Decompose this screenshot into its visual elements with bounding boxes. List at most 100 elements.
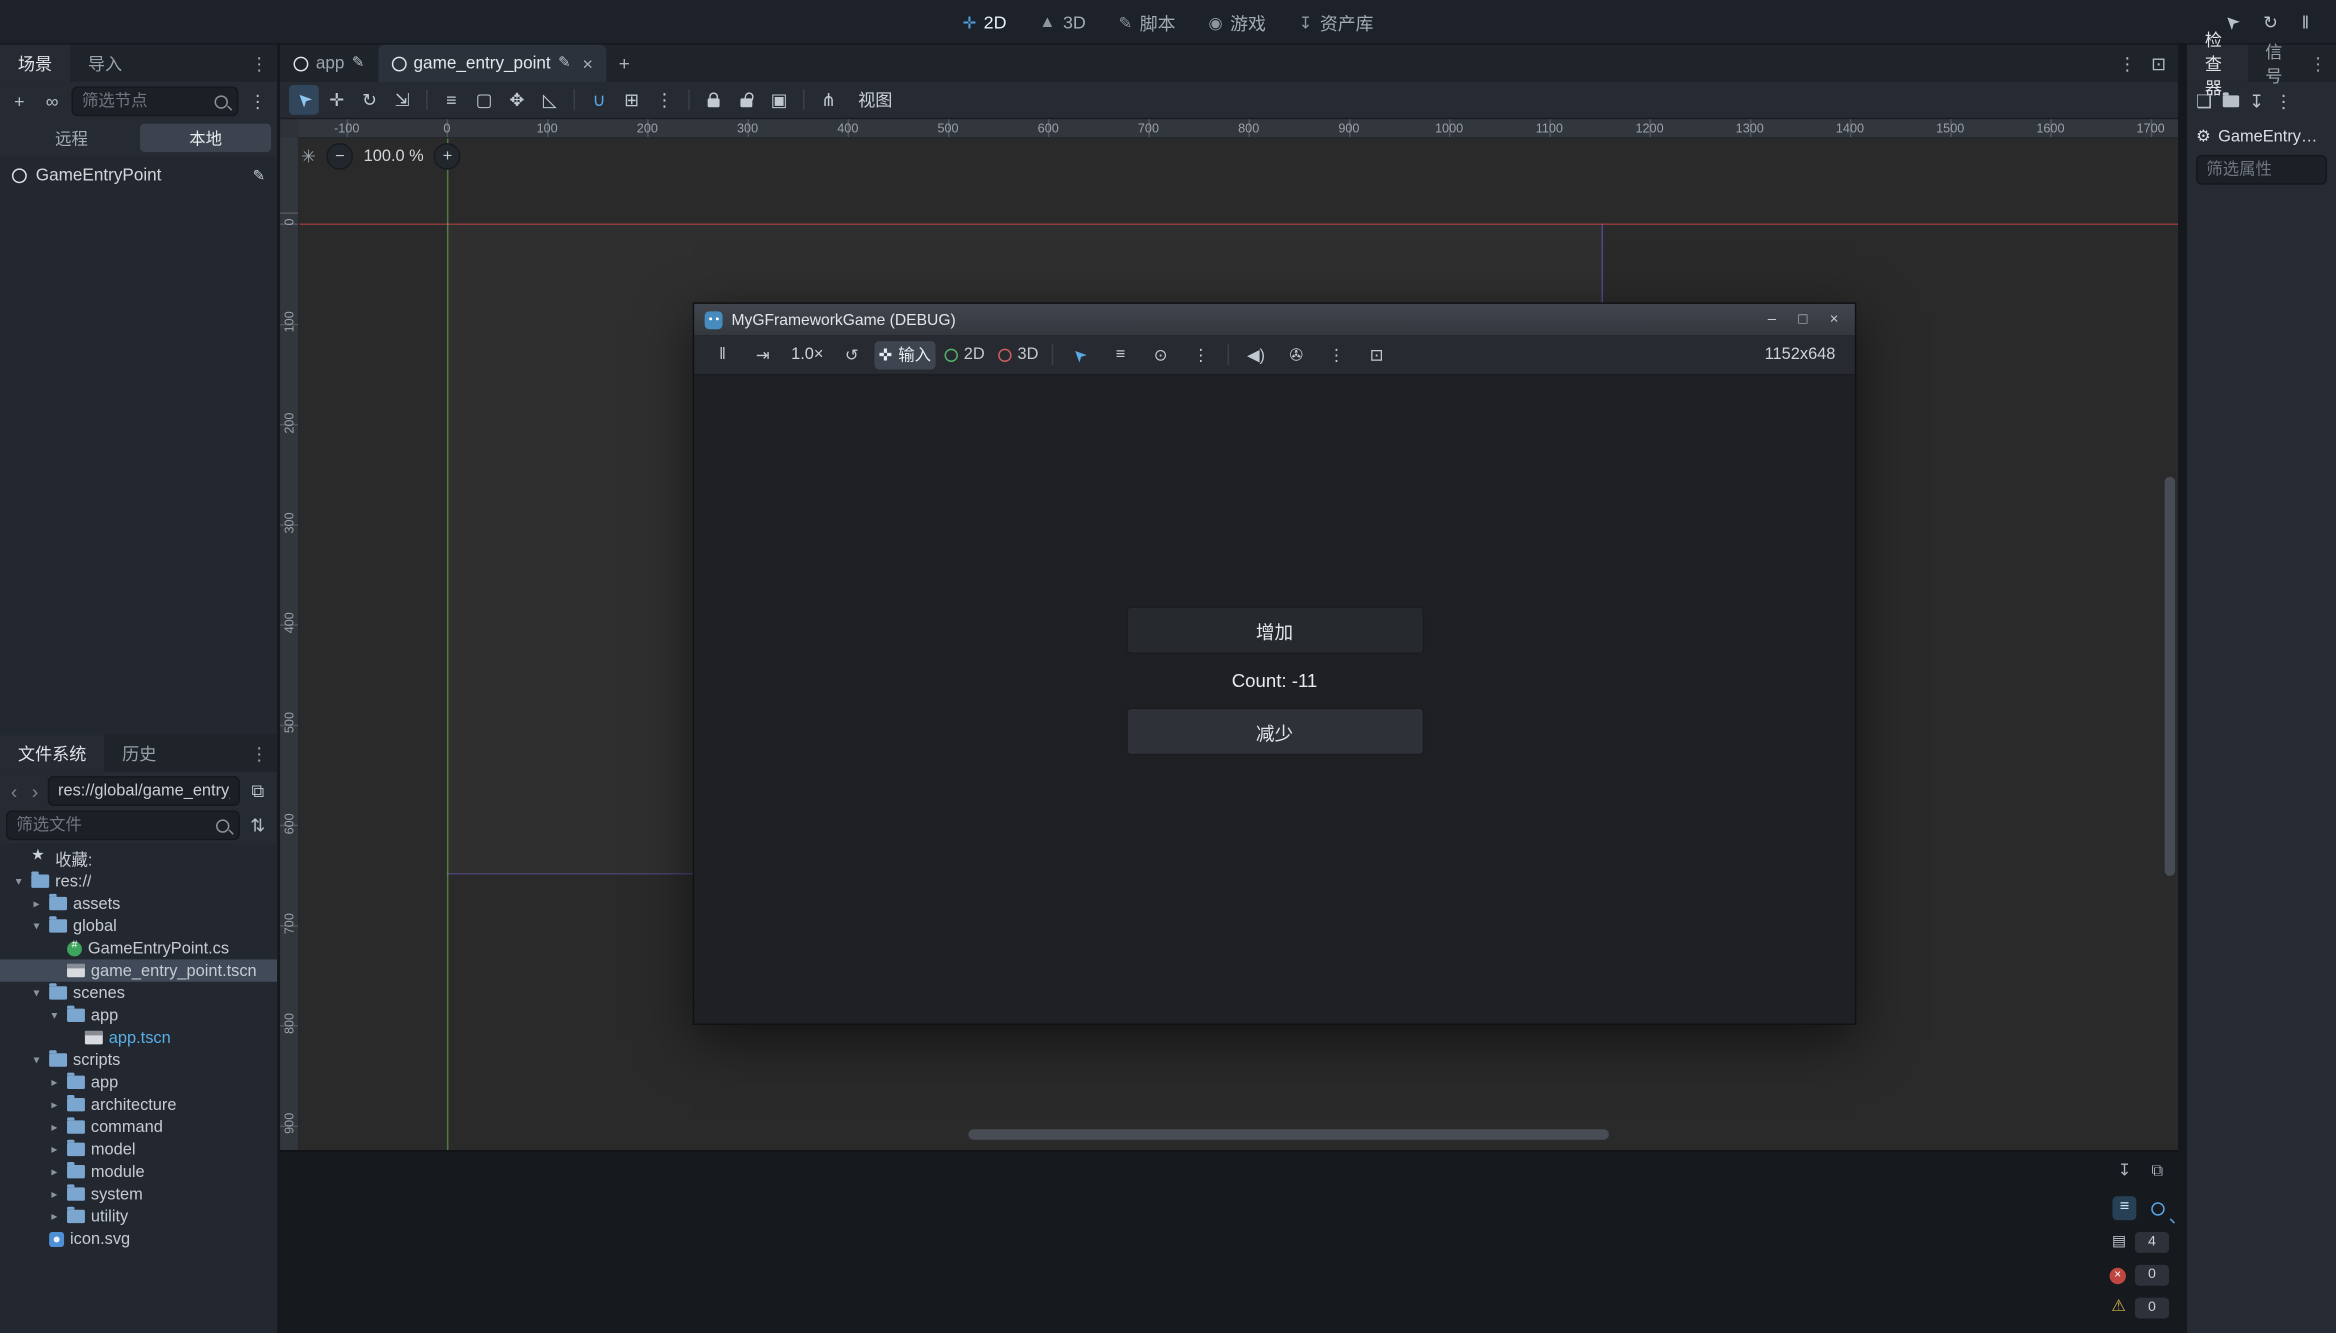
script-icon[interactable]: ✎ [253, 168, 277, 184]
instance-scene-button[interactable]: ∞ [39, 88, 66, 115]
menu-item[interactable] [69, 17, 96, 26]
mute-audio-button[interactable]: ◀) [1238, 340, 1274, 368]
log-search-button[interactable] [2145, 1196, 2169, 1220]
tab-history[interactable]: 历史 [104, 734, 174, 771]
game-window-titlebar[interactable]: MyGFrameworkGame (DEBUG) – □ × [694, 304, 1855, 335]
input-mode-button[interactable]: ✜ 输入 [874, 340, 935, 368]
grid-snap-button[interactable]: ⊞ [617, 85, 647, 115]
file-tree-row[interactable]: ▾ res:// [0, 870, 277, 892]
expand-arrow-icon[interactable]: ▾ [48, 1009, 61, 1022]
filter-properties-input[interactable] [2196, 155, 2327, 185]
file-tree-row[interactable]: ▸ module [0, 1161, 277, 1183]
errors-filter-toggle[interactable]: × 0 [2110, 1265, 2170, 1286]
forward-icon[interactable]: › [27, 780, 43, 802]
filesystem-options-icon[interactable]: ⋮ [241, 734, 277, 771]
expand-arrow-icon[interactable]: ▾ [12, 875, 25, 888]
file-tree-row[interactable]: ▸ architecture [0, 1094, 277, 1116]
smart-snap-button[interactable]: ∪ [584, 85, 614, 115]
expand-arrow-icon[interactable]: ▸ [48, 1076, 61, 1089]
tab-inspector[interactable]: 检查器 [2187, 45, 2247, 82]
scroll-to-end-icon[interactable]: ↧ [2113, 1161, 2137, 1185]
pause-icon[interactable]: ‖ [2302, 11, 2309, 32]
menu-item[interactable] [128, 17, 155, 26]
decrease-button[interactable]: 减少 [1126, 708, 1424, 756]
inspected-node-row[interactable]: ⚙ GameEntryPoint [2187, 121, 2336, 152]
resource-options-icon[interactable]: ⋮ [2275, 91, 2293, 112]
workspace-tab-script[interactable]: ✎ 脚本 [1104, 5, 1191, 39]
expand-arrow-icon[interactable]: ▾ [30, 986, 43, 999]
messages-filter-toggle[interactable]: ▤ 4 [2112, 1232, 2169, 1253]
file-tree-row[interactable]: ▾ app [0, 1004, 277, 1026]
scene-tab-app[interactable]: app ✎ [280, 45, 378, 82]
suspend-button[interactable]: ‖ [705, 340, 741, 368]
expand-arrow-icon[interactable]: ▸ [48, 1165, 61, 1178]
inspector-options-icon[interactable]: ⋮ [2300, 45, 2336, 82]
filter-nodes-input[interactable] [72, 86, 239, 116]
view-menu-button[interactable]: 视图 [846, 85, 904, 115]
zoom-in-button[interactable]: + [434, 143, 461, 170]
tab-scene[interactable]: 场景 [0, 45, 70, 82]
selection-options-button[interactable]: ⋮ [1183, 340, 1219, 368]
file-tree-row[interactable]: ▾ scenes [0, 982, 277, 1004]
ruler-tool-button[interactable]: ◺ [535, 85, 565, 115]
workspace-tab-assetlib[interactable]: ↧ 资产库 [1284, 5, 1389, 39]
next-frame-button[interactable]: ⇥ [745, 340, 781, 368]
menu-item[interactable] [98, 17, 125, 26]
file-tree-row[interactable]: icon.svg [0, 1228, 277, 1250]
filter-files-input[interactable] [6, 810, 240, 840]
load-resource-icon[interactable] [2222, 95, 2238, 107]
warnings-filter-toggle[interactable]: ⚠ 0 [2111, 1298, 2169, 1319]
expand-arrow-icon[interactable]: ▸ [48, 1210, 61, 1223]
tab-signals[interactable]: 信号 [2247, 45, 2300, 82]
maximize-icon[interactable]: □ [1798, 311, 1807, 327]
horizontal-scrollbar[interactable] [968, 1129, 1609, 1139]
remote-button[interactable]: 远程 [6, 124, 137, 152]
expand-arrow-icon[interactable]: ▸ [48, 1120, 61, 1133]
menu-item[interactable] [39, 17, 66, 26]
lock-button[interactable] [699, 85, 729, 115]
save-resource-icon[interactable]: ↧ [2249, 91, 2264, 112]
select-mode-button[interactable]: ➤ [1062, 340, 1098, 368]
select-tool-button[interactable]: ➤ [289, 85, 319, 115]
log-filter-icon[interactable]: ≡ [2113, 1196, 2137, 1220]
close-icon[interactable]: × [1830, 311, 1839, 327]
scene-tab-game-entry-point[interactable]: game_entry_point ✎ × [378, 45, 607, 82]
increase-button[interactable]: 增加 [1126, 606, 1424, 654]
file-tree-row[interactable]: ▸ model [0, 1138, 277, 1160]
file-tree-row[interactable]: ▸ app [0, 1071, 277, 1093]
rotate-tool-button[interactable]: ↻ [355, 85, 385, 115]
minimize-icon[interactable]: – [1768, 311, 1776, 327]
split-view-icon[interactable]: ⧉ [244, 778, 271, 805]
center-view-icon[interactable]: ✳ [301, 146, 316, 167]
workspace-tab-game[interactable]: ◉ 游戏 [1193, 5, 1280, 39]
zoom-out-button[interactable]: − [326, 143, 353, 170]
unlock-button[interactable] [731, 85, 761, 115]
tab-import[interactable]: 导入 [70, 45, 140, 82]
list-select-button[interactable]: ≡ [437, 85, 467, 115]
file-tree-row[interactable]: ▸ system [0, 1183, 277, 1205]
snap-options-button[interactable]: ⋮ [650, 85, 680, 115]
group-button[interactable]: ▣ [764, 85, 794, 115]
sort-files-icon[interactable]: ⇅ [244, 812, 271, 839]
workspace-tab-3d[interactable]: ▲ 3D [1024, 7, 1100, 37]
vertical-scrollbar[interactable] [2165, 477, 2175, 876]
mode-2d-button[interactable]: 2D [940, 340, 989, 368]
expand-arrow-icon[interactable]: ▸ [48, 1143, 61, 1156]
embed-options-button[interactable]: ⊡ [1359, 340, 1395, 368]
close-tab-icon[interactable]: × [583, 53, 593, 74]
file-tree-row[interactable]: ▸ command [0, 1116, 277, 1138]
scene-tree-options-icon[interactable]: ⋮ [244, 88, 271, 115]
file-tree-row[interactable]: GameEntryPoint.cs [0, 937, 277, 959]
restart-icon[interactable]: ↻ [2263, 11, 2278, 32]
move-tool-button[interactable]: ✛ [322, 85, 352, 115]
rect-select-button[interactable]: ▢ [469, 85, 499, 115]
camera-override-button[interactable]: ✇ [1278, 340, 1314, 368]
new-resource-icon[interactable]: ❏ [2196, 91, 2212, 112]
local-button[interactable]: 本地 [140, 124, 271, 152]
file-tree-row[interactable]: game_entry_point.tscn [0, 959, 277, 981]
copy-log-icon[interactable]: ⧉ [2145, 1161, 2169, 1185]
workspace-tab-2d[interactable]: ✛ 2D [948, 7, 1022, 37]
menu-item[interactable] [9, 17, 36, 26]
mode-3d-button[interactable]: 3D [994, 340, 1043, 368]
skeleton-button[interactable]: ⋔ [813, 85, 843, 115]
